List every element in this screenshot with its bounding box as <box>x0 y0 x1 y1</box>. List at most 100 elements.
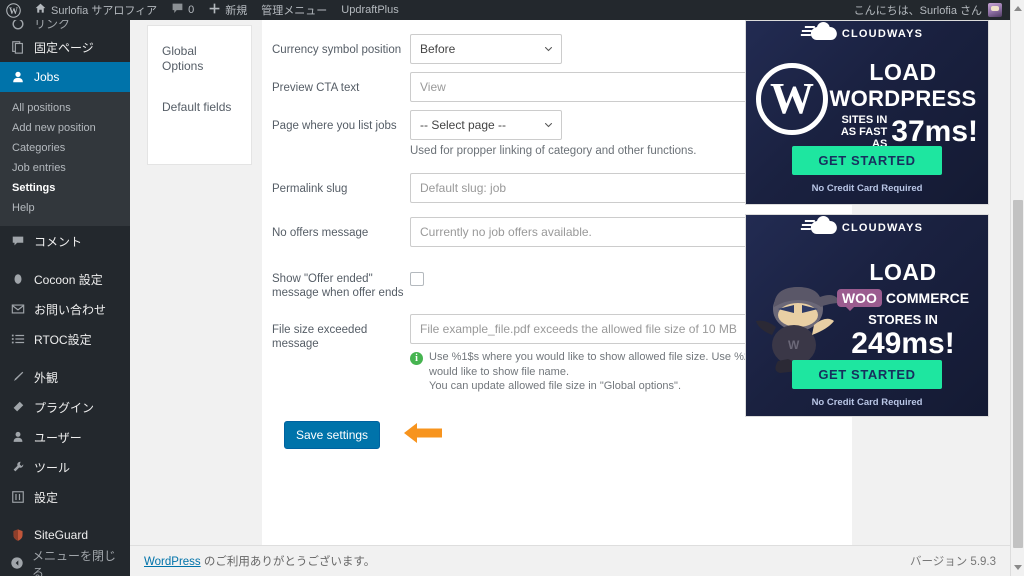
sidebar-item-jobs[interactable]: Jobs <box>0 62 130 92</box>
field-label: Show "Offer ended" message when offer en… <box>272 273 404 299</box>
sidebar-item-cocoon-label: Cocoon 設定 <box>34 272 103 287</box>
cloudways-brand: CLOUDWAYS <box>801 22 923 40</box>
page-list-jobs-select[interactable]: -- Select page -- <box>410 110 562 140</box>
sidebar-item-tools-label: ツール <box>34 460 71 475</box>
sidebar-item-contact[interactable]: お問い合わせ <box>0 294 130 324</box>
content-area: Global Options Default fields Currency s… <box>130 20 1010 576</box>
currency-symbol-position-select[interactable]: Before <box>410 34 562 64</box>
sidebar-item-users[interactable]: ユーザー <box>0 422 130 452</box>
list-icon <box>10 331 26 347</box>
footer-thanks-text: のご利用ありがとうございます。 <box>200 556 376 568</box>
sidebar-item-jobs-label: Jobs <box>34 70 60 84</box>
ad-line-1: LOAD <box>869 259 937 285</box>
subnav-item-default-fields[interactable]: Default fields <box>162 100 237 115</box>
woo-badge: WOO <box>836 289 882 311</box>
cocoon-icon <box>10 271 26 287</box>
comment-icon <box>10 233 26 249</box>
ad-cta-button[interactable]: GET STARTED <box>792 146 942 175</box>
field-label: Preview CTA text <box>272 82 360 94</box>
sidebar-item-plugins-label: プラグイン <box>34 400 95 415</box>
orange-left-arrow-annotation <box>404 420 443 451</box>
admin-bar-updraftplus[interactable]: UpdraftPlus <box>334 0 405 20</box>
footer-version: バージョン 5.9.3 <box>909 556 996 568</box>
mail-icon <box>10 301 26 317</box>
sidebar-item-partial-top[interactable]: リンク <box>0 20 130 32</box>
sidebar-item-comments[interactable]: コメント <box>0 226 130 256</box>
admin-bar-site-name[interactable]: Surlofia サアロフィア <box>27 0 164 20</box>
admin-bar-new[interactable]: 新規 <box>201 0 254 20</box>
admin-bar-wordpress-logo[interactable]: W <box>0 0 27 20</box>
settings-subnav: Global Options Default fields <box>147 25 252 165</box>
footer-wordpress-link[interactable]: WordPress <box>144 556 201 568</box>
admin-menu-label: 管理メニュー <box>261 5 328 17</box>
svg-text:W: W <box>9 5 18 15</box>
sidebar-item-tools[interactable]: ツール <box>0 452 130 482</box>
save-settings-button[interactable]: Save settings <box>284 421 381 449</box>
ad-note: No Credit Card Required <box>811 183 923 194</box>
sidebar-subitem-job-entries[interactable]: Job entries <box>0 158 130 178</box>
ad-line-3-big: 37ms! <box>891 115 978 148</box>
field-label: Currency symbol position <box>272 44 402 56</box>
cloudways-brand-label: CLOUDWAYS <box>841 221 924 234</box>
page-scrollbar[interactable] <box>1010 0 1024 576</box>
show-offer-ended-checkbox[interactable] <box>410 272 424 286</box>
avatar <box>988 3 1002 17</box>
sidebar-subitem-add-new-position[interactable]: Add new position <box>0 118 130 138</box>
sidebar-item-rtoc-label: RTOC設定 <box>34 332 92 347</box>
field-label: File size exceeded message <box>272 324 368 350</box>
settings-sliders-icon <box>10 489 26 505</box>
plus-icon <box>208 2 221 18</box>
sidebar-item-appearance[interactable]: 外観 <box>0 362 130 392</box>
ad-note: No Credit Card Required <box>811 397 923 408</box>
sidebar-subitem-settings[interactable]: Settings <box>0 178 130 198</box>
scrollbar-thumb[interactable] <box>1013 200 1023 548</box>
ad-banner-wordpress[interactable]: CLOUDWAYS W LOAD WORDPRESS SITES IN AS F… <box>745 20 989 205</box>
admin-sidebar-menu: リンク 固定ページ Jobs All positions Add new pos… <box>0 20 130 576</box>
sidebar-item-pages[interactable]: 固定ページ <box>0 32 130 62</box>
svg-text:W: W <box>788 338 800 352</box>
appearance-brush-icon <box>10 369 26 385</box>
ad-line-3-big: 249ms! <box>851 327 955 360</box>
admin-bar-account[interactable]: こんにちは、Surlofia さん <box>854 2 1010 18</box>
sidebar-item-users-label: ユーザー <box>34 430 82 445</box>
admin-bar-comments[interactable]: 0 <box>164 0 201 20</box>
subnav-item-global-options[interactable]: Global Options <box>162 44 237 74</box>
sidebar-subitem-all-positions[interactable]: All positions <box>0 98 130 118</box>
sidebar-item-pages-label: 固定ページ <box>34 40 94 55</box>
comment-icon <box>171 2 184 18</box>
ad-line-2: COMMERCE <box>885 290 970 306</box>
sidebar-item-contact-label: お問い合わせ <box>34 302 107 317</box>
jobs-user-icon <box>10 69 26 85</box>
collapse-arrow-icon <box>10 556 24 573</box>
ad-copy: LOAD WOO COMMERCE STORES IN 249ms! <box>828 259 978 359</box>
menu-divider <box>0 354 130 362</box>
sidebar-item-rtoc[interactable]: RTOC設定 <box>0 324 130 354</box>
ad-line-1: LOAD <box>869 59 937 85</box>
ad-line-2: WORDPRESS <box>829 86 977 111</box>
sidebar-item-cocoon[interactable]: Cocoon 設定 <box>0 264 130 294</box>
menu-divider <box>0 512 130 520</box>
home-icon <box>34 2 47 18</box>
sidebar-item-comments-label: コメント <box>34 234 83 249</box>
sidebar-item-plugins[interactable]: プラグイン <box>0 392 130 422</box>
wordpress-logo-icon: W <box>6 2 21 18</box>
ad-banner-woocommerce[interactable]: CLOUDWAYS W LOAD WOO COMMERCE STORES IN … <box>745 214 989 417</box>
updraftplus-label: UpdraftPlus <box>341 4 399 16</box>
sidebar-subitem-categories[interactable]: Categories <box>0 138 130 158</box>
admin-bar-admin-menu[interactable]: 管理メニュー <box>254 0 334 20</box>
ad-cta-button[interactable]: GET STARTED <box>792 360 942 389</box>
sidebar-ads: CLOUDWAYS W LOAD WORDPRESS SITES IN AS F… <box>745 20 993 426</box>
info-icon: i <box>410 352 423 365</box>
collapse-menu-button[interactable]: メニューを閉じる <box>0 549 130 576</box>
new-label: 新規 <box>225 5 248 17</box>
sidebar-item-siteguard[interactable]: SiteGuard <box>0 520 130 550</box>
admin-bar: W Surlofia サアロフィア 0 新規 管理メニュー UpdraftPlu… <box>0 0 1010 20</box>
links-icon <box>10 20 26 32</box>
wordpress-admin-screen: W Surlofia サアロフィア 0 新規 管理メニュー UpdraftPlu… <box>0 0 1024 576</box>
scroll-down-arrow-icon[interactable] <box>1014 565 1022 570</box>
scroll-up-arrow-icon[interactable] <box>1014 6 1022 11</box>
ad-line-3-small: SITES IN AS FAST AS <box>840 114 888 150</box>
sidebar-subitem-help[interactable]: Help <box>0 198 130 218</box>
sidebar-item-settings[interactable]: 設定 <box>0 482 130 512</box>
field-label: Page where you list jobs <box>272 120 397 132</box>
